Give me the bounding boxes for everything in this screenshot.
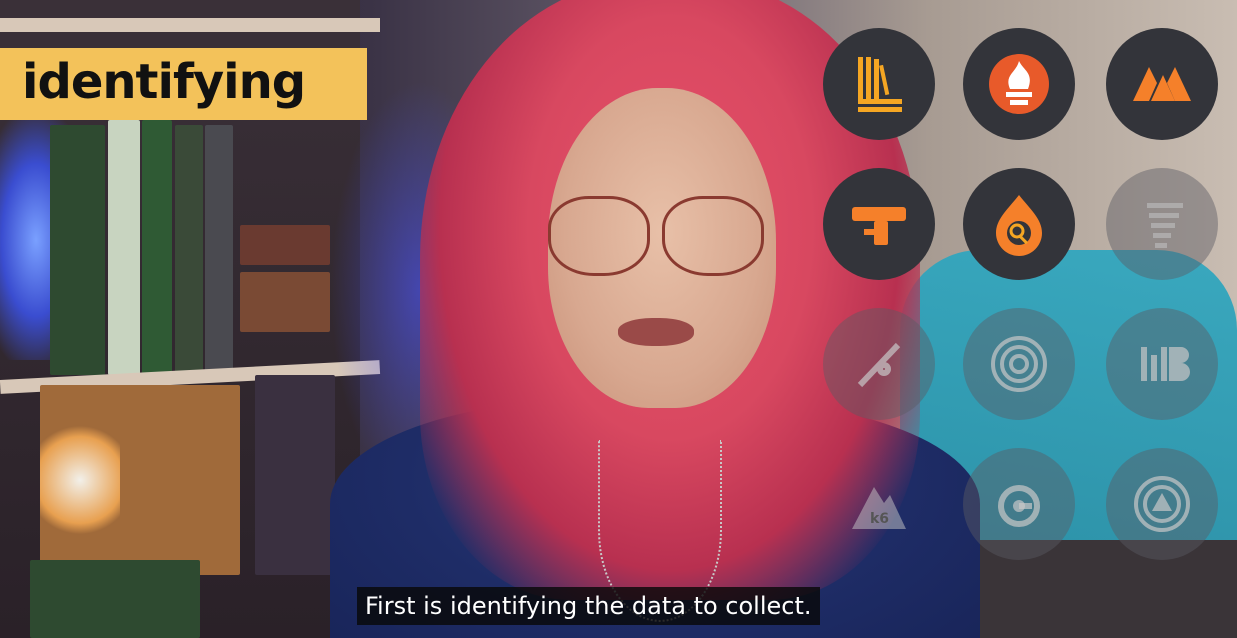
k6-icon: k6 (823, 448, 935, 560)
alloy-telescope-icon (823, 308, 935, 420)
book (108, 120, 140, 375)
subtitle-caption: First is identifying the data to collect… (357, 587, 820, 625)
box (240, 272, 330, 332)
banner-text: identifying (22, 54, 306, 110)
title-banner: identifying (0, 48, 367, 120)
faro-icon (1106, 168, 1218, 280)
book (255, 375, 335, 575)
k6-label: k6 (870, 511, 889, 527)
shelf-board (0, 18, 380, 32)
mimir-icon (1106, 28, 1218, 140)
glasses-left-lens (548, 196, 650, 276)
grafana-icon (963, 448, 1075, 560)
prometheus-icon (963, 28, 1075, 140)
onCall-icon (1106, 448, 1218, 560)
book (142, 120, 172, 375)
mb-logo-icon (1106, 308, 1218, 420)
person-mouth (618, 318, 694, 346)
book (30, 560, 200, 638)
pyroscope-icon (823, 168, 935, 280)
video-frame[interactable]: identifying k6 First is identifying the … (0, 0, 1237, 638)
loki-icon (823, 28, 935, 140)
unicorn-figure (40, 420, 120, 540)
beyla-icon (963, 168, 1075, 280)
glasses-right-lens (662, 196, 764, 276)
box (240, 225, 330, 265)
desk (940, 540, 1237, 638)
book (175, 125, 203, 375)
tempo-spiral-icon (963, 308, 1075, 420)
book (205, 125, 233, 375)
book (50, 125, 105, 375)
